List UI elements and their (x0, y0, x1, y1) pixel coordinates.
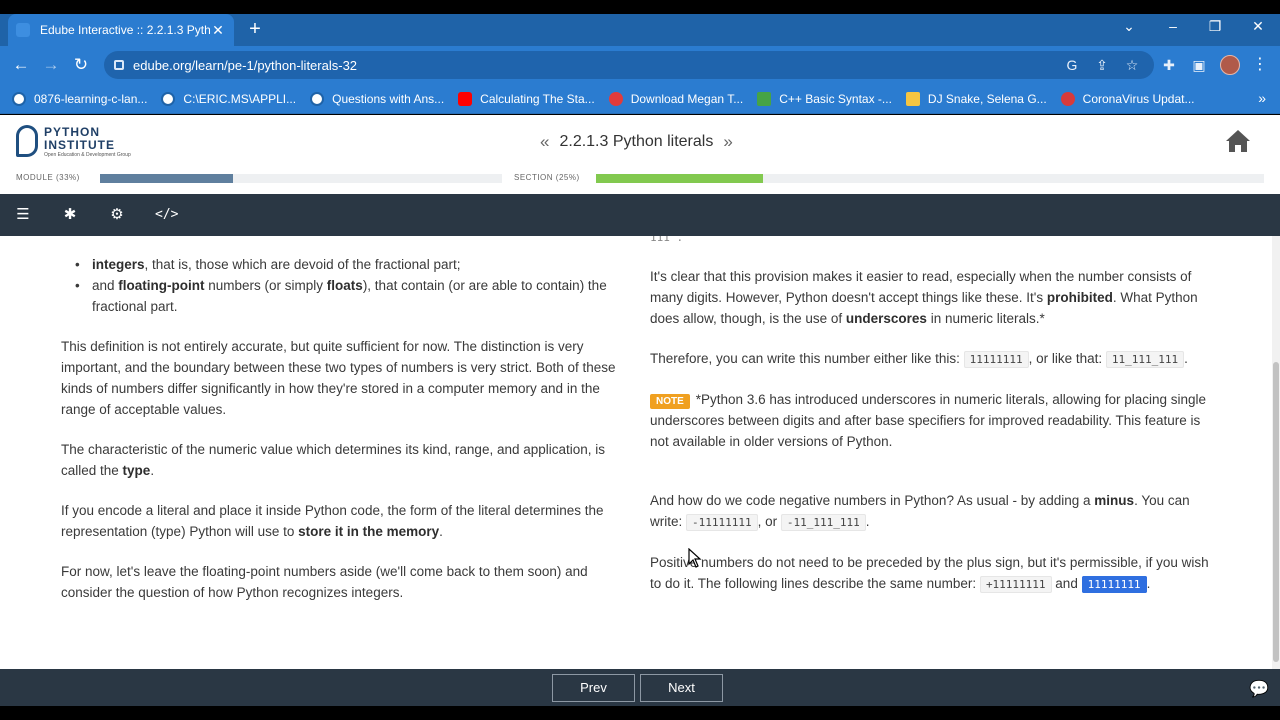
forward-icon[interactable]: → (40, 54, 62, 76)
back-icon[interactable]: ← (10, 54, 32, 76)
reload-icon[interactable]: ↻ (70, 54, 92, 76)
logo-subtitle: Open Education & Development Group (44, 152, 131, 158)
page-title: 2.2.1.3 Python literals (559, 133, 714, 150)
tab-search-icon[interactable]: ⌄ (1114, 18, 1144, 35)
share-icon[interactable]: ⇪ (1092, 55, 1112, 75)
paragraph: If you encode a literal and place it ins… (61, 503, 604, 539)
breadcrumb: « 2.2.1.3 Python literals » (530, 132, 743, 152)
site-icon (608, 91, 623, 106)
prev-button[interactable]: Prev (552, 674, 635, 702)
selected-code-literal[interactable]: 11111111 (1081, 576, 1147, 593)
paragraph: This definition is not entirely accurate… (61, 339, 616, 417)
clipped-code: 111 . (650, 236, 684, 244)
close-window-icon[interactable]: ✕ (1243, 18, 1273, 35)
code-literal: -11111111 (686, 514, 758, 531)
section-progress-bar (596, 174, 1264, 183)
profile-avatar[interactable] (1220, 55, 1240, 75)
tab-strip: Edube Interactive :: 2.2.1.3 Python l ✕ … (0, 14, 1280, 46)
side-panel-icon[interactable]: ▣ (1189, 55, 1209, 75)
module-progress-bar (100, 174, 502, 183)
left-column: integers, that is, those which are devoi… (61, 254, 623, 603)
bookmarks-bar: 0876-learning-c-lan... C:\ERIC.MS\APPLI.… (0, 84, 1280, 114)
extensions-icon[interactable]: ✚ (1159, 55, 1179, 75)
python-institute-logo-icon[interactable] (16, 125, 38, 157)
bookmark-item[interactable]: Calculating The Sta... (458, 91, 595, 106)
next-button[interactable]: Next (640, 674, 723, 702)
gear-icon[interactable]: ⚙ (107, 205, 127, 225)
module-progress-label: MODULE (33%) (16, 173, 80, 182)
minimize-icon[interactable]: – (1158, 18, 1188, 34)
next-page-icon[interactable]: » (723, 132, 732, 152)
section-progress-label: SECTION (25%) (514, 173, 580, 182)
url-text: edube.org/learn/pe-1/python-literals-32 (133, 57, 358, 73)
code-literal: -11_111_111 (780, 514, 866, 531)
mouse-cursor-icon (688, 548, 702, 568)
globe-icon (161, 91, 176, 106)
list-item: integers, that is, those which are devoi… (75, 254, 623, 275)
paragraph: And how do we code negative numbers in P… (650, 493, 1190, 531)
right-column: 111 . It's clear that this provision mak… (650, 236, 1216, 595)
home-icon[interactable] (1225, 128, 1251, 154)
youtube-icon (458, 91, 473, 106)
restore-icon[interactable]: ❐ (1200, 18, 1230, 35)
lesson-content: integers, that is, those which are devoi… (0, 236, 1272, 669)
bookmark-item[interactable]: Download Megan T... (608, 91, 743, 106)
bookmark-item[interactable]: DJ Snake, Selena G... (905, 91, 1047, 106)
paragraph: Positive numbers do not need to be prece… (650, 555, 1209, 593)
bookmark-item[interactable]: 0876-learning-c-lan... (12, 91, 147, 106)
site-icon (905, 91, 920, 106)
close-tab-icon[interactable]: ✕ (210, 22, 226, 39)
paragraph: Therefore, you can write this number eit… (650, 351, 1188, 368)
bug-icon[interactable]: ✱ (60, 205, 80, 225)
logo-text[interactable]: PYTHON INSTITUTE (44, 126, 115, 152)
bookmark-item[interactable]: C:\ERIC.MS\APPLI... (161, 91, 296, 106)
new-tab-icon[interactable]: + (244, 18, 266, 40)
google-icon[interactable]: G (1062, 55, 1082, 75)
menu-kebab-icon[interactable]: ⋮ (1252, 54, 1268, 74)
previous-page-icon[interactable]: « (540, 132, 549, 152)
globe-icon (310, 91, 325, 106)
bookmark-item[interactable]: CoronaVirus Updat... (1060, 91, 1195, 106)
code-literal: 11_111_111 (1105, 351, 1185, 368)
code-icon[interactable]: </> (155, 205, 178, 225)
code-literal: 11111111 (963, 351, 1029, 368)
note-badge: NOTE (650, 394, 690, 409)
course-toolbar: ☰ ✱ ⚙ </> (0, 194, 1280, 236)
menu-icon[interactable]: ☰ (13, 205, 33, 225)
site-icon (757, 91, 772, 106)
paragraph: It's clear that this provision makes it … (650, 269, 1198, 326)
site-icon (1060, 91, 1075, 106)
browser-tab[interactable]: Edube Interactive :: 2.2.1.3 Python l ✕ (8, 14, 234, 46)
scrollbar-thumb[interactable] (1273, 362, 1279, 662)
code-literal: +11111111 (979, 576, 1052, 593)
more-bookmarks-icon[interactable]: » (1258, 90, 1266, 106)
number-types-list: integers, that is, those which are devoi… (75, 254, 623, 317)
browser-toolbar: ← → ↻ edube.org/learn/pe-1/python-litera… (0, 46, 1280, 84)
address-bar[interactable]: edube.org/learn/pe-1/python-literals-32 (104, 51, 1154, 79)
paragraph: The characteristic of the numeric value … (61, 442, 606, 478)
list-item: and floating-point numbers (or simply fl… (75, 275, 623, 317)
tab-title: Edube Interactive :: 2.2.1.3 Python l (40, 23, 210, 37)
note-paragraph: NOTE *Python 3.6 has introduced underscor… (650, 392, 1207, 449)
chat-icon[interactable]: 💬 (1249, 679, 1269, 699)
edube-favicon-icon (16, 23, 30, 37)
bookmark-star-icon[interactable]: ☆ (1122, 55, 1142, 75)
section-progress-fill (596, 174, 763, 183)
page-header: PYTHON INSTITUTE Open Education & Develo… (0, 115, 1280, 194)
paragraph: For now, let's leave the floating-point … (61, 564, 588, 600)
module-progress-fill (100, 174, 233, 183)
bookmark-item[interactable]: C++ Basic Syntax -... (757, 91, 892, 106)
lesson-footer: Prev Next 💬 (0, 669, 1280, 706)
globe-icon (12, 91, 26, 106)
bookmark-item[interactable]: Questions with Ans... (310, 91, 444, 106)
lock-icon (114, 60, 124, 70)
